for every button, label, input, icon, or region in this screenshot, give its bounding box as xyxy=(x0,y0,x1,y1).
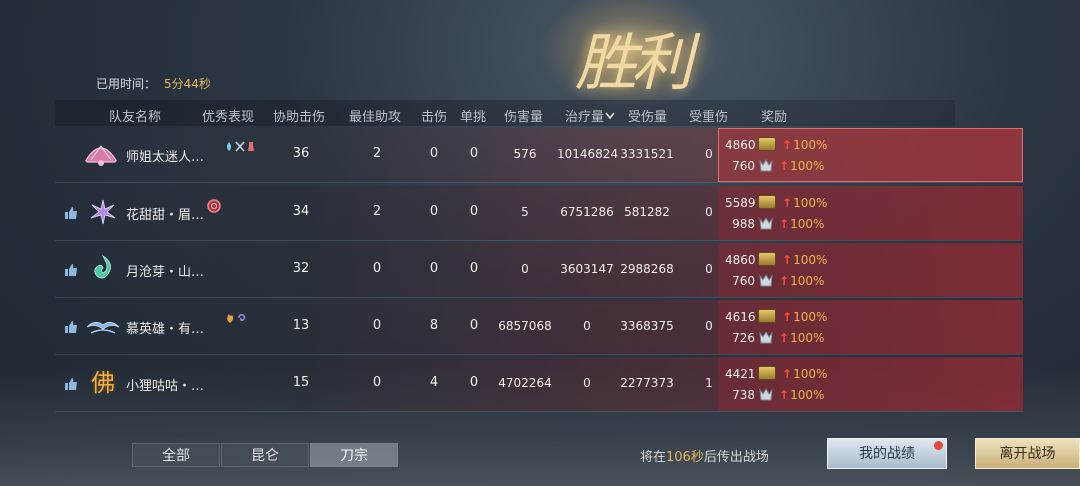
exit-countdown: 将在106秒后传出战场 xyxy=(640,450,769,465)
tab-kunlun[interactable]: 昆仑 xyxy=(221,443,309,467)
player-name[interactable]: 花甜甜・眉… xyxy=(126,204,204,223)
header-downed[interactable]: 受重伤 xyxy=(689,106,728,125)
leave-battlefield-button[interactable]: 离开战场 xyxy=(975,438,1080,469)
flame-icon xyxy=(227,314,234,323)
my-record-button[interactable]: 我的战绩 xyxy=(827,438,947,469)
performance-icons xyxy=(225,141,255,156)
thumbs-up-icon[interactable] xyxy=(64,206,78,220)
coin-reward: 5589 ↑100% xyxy=(725,195,828,210)
header-duels[interactable]: 单挑 xyxy=(460,106,486,125)
damage-value: 0 xyxy=(521,262,529,276)
elapsed-label: 已用时间： xyxy=(96,77,157,91)
crystal-reward: 760 ↑100% xyxy=(732,159,825,173)
thumbs-up-icon[interactable] xyxy=(64,263,78,277)
crystal-icon xyxy=(759,388,773,401)
table-row[interactable]: 月沧芽・山… 32 0 0 0 0 3603147 2988268 0 4860… xyxy=(55,243,1023,298)
thumbs-up-icon[interactable] xyxy=(64,377,78,391)
coin-reward: 4421 ↑100% xyxy=(725,366,828,381)
fan-emblem-icon xyxy=(83,145,119,166)
header-kills[interactable]: 击伤 xyxy=(421,106,447,125)
assists-value: 13 xyxy=(292,318,310,333)
cloud-emblem-icon xyxy=(86,322,120,334)
player-name[interactable]: 小狸咕咕・… xyxy=(126,375,204,394)
damage-value: 4702264 xyxy=(498,376,552,390)
crystal-icon xyxy=(759,274,773,287)
performance-icons xyxy=(225,312,247,327)
crystal-icon xyxy=(759,159,773,172)
taken-value: 3331521 xyxy=(620,147,674,161)
header-assists[interactable]: 协助击伤 xyxy=(273,106,325,125)
header-best-assist[interactable]: 最佳助攻 xyxy=(349,106,401,125)
coin-reward: 4616 ↑100% xyxy=(725,309,828,324)
flask-icon xyxy=(248,142,254,151)
elapsed-time: 已用时间： 5分44秒 xyxy=(96,75,211,92)
tab-daozong[interactable]: 刀宗 xyxy=(310,443,398,467)
table-row[interactable]: 慕英雄・有… 13 0 8 0 6857068 0 3368375 0 4616… xyxy=(55,300,1023,355)
crystal-reward: 726 ↑100% xyxy=(732,331,825,345)
assists-value: 36 xyxy=(292,146,310,161)
player-name[interactable]: 月沧芽・山… xyxy=(126,261,204,280)
damage-value: 5 xyxy=(521,205,529,219)
lotus-emblem-icon xyxy=(90,199,116,225)
tab-all[interactable]: 全部 xyxy=(132,443,220,467)
table-row[interactable]: 佛 小狸咕咕・… 15 0 4 0 4702264 0 2277373 1 44… xyxy=(55,357,1023,412)
crystal-reward: 738 ↑100% xyxy=(732,388,825,402)
coin-icon xyxy=(758,137,776,151)
drop-icon xyxy=(227,142,231,151)
coin-icon xyxy=(758,309,776,323)
healing-value: 0 xyxy=(583,376,591,390)
victory-title: 胜利 xyxy=(575,26,693,99)
best-assist-value: 2 xyxy=(372,204,382,219)
ring-badge-icon xyxy=(207,199,221,213)
healing-value: 3603147 xyxy=(560,262,614,276)
coin-icon xyxy=(758,252,776,266)
table-header: 队友名称 优秀表现 协助击伤 最佳助攻 击伤 单挑 伤害量 治疗量 受伤量 受重… xyxy=(55,100,955,126)
header-taken[interactable]: 受伤量 xyxy=(628,106,667,125)
best-assist-value: 0 xyxy=(372,318,382,333)
header-damage[interactable]: 伤害量 xyxy=(504,106,543,125)
header-name[interactable]: 队友名称 xyxy=(109,106,161,125)
crystal-icon xyxy=(759,331,773,344)
table-row[interactable]: 师姐太迷人… 36 2 0 0 576 10146824 3331521 0 4… xyxy=(55,128,1023,183)
table-row[interactable]: 花甜甜・眉… 34 2 0 0 5 6751286 581282 0 5589 ↑… xyxy=(55,186,1023,241)
taken-value: 2988268 xyxy=(620,262,674,276)
best-assist-value: 0 xyxy=(372,375,382,390)
buddha-emblem-icon: 佛 xyxy=(91,369,115,397)
taken-value: 3368375 xyxy=(620,319,674,333)
coin-icon xyxy=(758,195,776,209)
best-assist-value: 2 xyxy=(372,146,382,161)
best-assist-value: 0 xyxy=(372,261,382,276)
player-name[interactable]: 师姐太迷人… xyxy=(126,146,204,165)
thumbs-up-icon[interactable] xyxy=(64,320,78,334)
damage-value: 576 xyxy=(513,147,537,161)
player-name[interactable]: 慕英雄・有… xyxy=(126,318,204,337)
header-performance[interactable]: 优秀表现 xyxy=(202,106,254,125)
chevron-down-icon xyxy=(605,112,615,120)
header-reward: 奖励 xyxy=(761,110,788,125)
healing-value: 0 xyxy=(583,319,591,333)
swirl-icon xyxy=(238,314,246,321)
notification-dot-icon xyxy=(934,441,943,450)
damage-value: 6857068 xyxy=(498,319,552,333)
elapsed-value: 5分44秒 xyxy=(164,77,211,91)
assists-value: 34 xyxy=(292,204,310,219)
header-healing[interactable]: 治疗量 xyxy=(565,106,615,125)
assists-value: 32 xyxy=(292,261,310,276)
crystal-reward: 988 ↑100% xyxy=(732,217,825,231)
performance-icons xyxy=(206,198,222,217)
taken-value: 581282 xyxy=(624,205,670,219)
coin-icon xyxy=(758,366,776,380)
crystal-reward: 760 ↑100% xyxy=(732,274,825,288)
jade-emblem-icon xyxy=(94,254,111,279)
taken-value: 2277373 xyxy=(620,376,674,390)
crystal-icon xyxy=(759,217,773,230)
assists-value: 15 xyxy=(292,375,310,390)
swords-icon xyxy=(235,141,245,152)
healing-value: 6751286 xyxy=(560,205,614,219)
coin-reward: 4860 ↑100% xyxy=(725,137,828,152)
healing-value: 10146824 xyxy=(557,147,619,161)
coin-reward: 4860 ↑100% xyxy=(725,252,828,267)
